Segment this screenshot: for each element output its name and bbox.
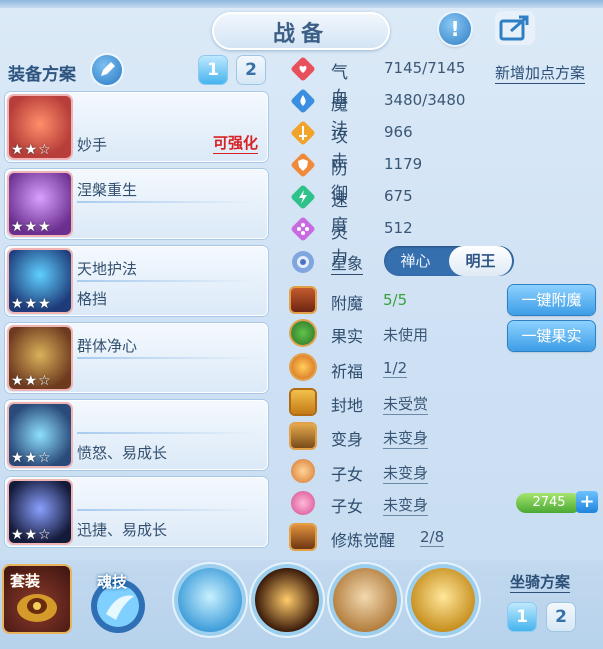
transform-value[interactable]: 未变身	[383, 427, 429, 449]
skill-name: 愤怒、易成长	[77, 444, 168, 462]
sword-icon	[291, 121, 315, 145]
sparkle-icon	[291, 217, 315, 241]
fruit-icon	[291, 321, 315, 345]
monk-pet-orb[interactable]	[178, 568, 242, 632]
pencil-icon	[101, 62, 115, 76]
skill-card[interactable]: ★★☆ 迅捷、易成长	[5, 477, 268, 547]
skill-card[interactable]: ★★☆ 愤怒、易成长	[5, 400, 268, 470]
one-click-fruit-button[interactable]: 一键果实	[508, 321, 595, 351]
currency-value: 2745	[516, 493, 582, 513]
star-rating: ★★☆	[11, 527, 52, 543]
mount-scheme-label[interactable]: 坐骑方案	[510, 571, 571, 593]
enchant-icon	[291, 288, 315, 312]
new-plan-link[interactable]: 新增加点方案	[495, 62, 586, 84]
star-rating: ★★★	[11, 296, 52, 312]
skill-subtitle: 格挡	[77, 290, 108, 308]
one-click-enchant-button[interactable]: 一键附魔	[508, 285, 595, 315]
skill-name: 迅捷、易成长	[77, 521, 168, 539]
skill-name: 妙手	[77, 136, 108, 154]
star-rating: ★★☆	[11, 142, 52, 158]
stat-value: 675	[384, 187, 413, 205]
equip-scheme-label: 装备方案	[8, 65, 76, 85]
add-currency-button[interactable]: +	[576, 491, 598, 513]
option-mingwang[interactable]: 明王	[449, 246, 512, 276]
star-sign-icon	[292, 251, 314, 273]
info-button[interactable]: !	[439, 13, 471, 45]
equipment-set-label: 套装	[10, 572, 41, 590]
star-sign-label[interactable]: 星象	[331, 250, 364, 275]
page-title: 战备	[272, 22, 329, 47]
stat-value: 1179	[384, 155, 423, 173]
bless-value[interactable]: 1/2	[383, 359, 408, 378]
soul-skill-label: 魂技	[97, 573, 128, 591]
divider	[77, 280, 258, 282]
skill-name: 涅槃重生	[77, 181, 138, 199]
option-chanxin[interactable]: 禅心	[384, 246, 447, 276]
bless-icon	[291, 355, 315, 379]
stat-value: 966	[384, 123, 413, 141]
enchant-label: 附魔	[331, 294, 364, 313]
lightning-icon	[291, 185, 315, 209]
share-icon	[499, 15, 529, 41]
shield-icon	[291, 153, 315, 177]
skill-card[interactable]: ★★☆ 妙手 可强化	[5, 92, 268, 162]
skill-name: 群体净心	[77, 337, 138, 355]
heart-icon	[291, 57, 315, 81]
star-sign-toggle[interactable]: 禅心 明王	[384, 246, 514, 276]
scheme-2-button[interactable]: 2	[237, 56, 265, 84]
star-rating: ★★☆	[11, 373, 52, 389]
fruit-value: 未使用	[383, 326, 429, 344]
stat-value: 3480/3480	[384, 91, 466, 109]
skill-card[interactable]: ★★☆ 群体净心	[5, 323, 268, 393]
stat-value: 7145/7145	[384, 59, 466, 77]
child-icon	[291, 459, 315, 483]
cultivation-icon	[291, 525, 315, 549]
mount-scheme-1-button[interactable]: 1	[508, 603, 536, 631]
share-button[interactable]	[495, 11, 535, 45]
upgrade-link[interactable]: 可强化	[212, 132, 258, 154]
battle-prep-panel: 战备 ! 装备方案 1 2 ★★☆ 妙手 可强化 ★★★ 涅槃重生 ★★★ 天地…	[0, 0, 603, 649]
transform-label: 变身	[331, 430, 364, 449]
warrior-pet-orb[interactable]	[333, 568, 397, 632]
golden-pet-orb[interactable]	[411, 568, 475, 632]
divider	[77, 357, 258, 359]
star-rating: ★★☆	[11, 450, 52, 466]
child-label-2: 子女	[331, 497, 364, 516]
fief-label: 封地	[331, 396, 364, 415]
cultivation-label: 修炼觉醒	[331, 531, 396, 550]
child-value-2[interactable]: 未变身	[383, 494, 429, 516]
scheme-1-button[interactable]: 1	[199, 56, 227, 84]
skill-card[interactable]: ★★★ 天地护法 格挡	[5, 246, 268, 316]
lotus-child-icon	[291, 491, 315, 515]
fruit-label: 果实	[331, 327, 364, 346]
enchant-value: 5/5	[383, 291, 408, 309]
fief-value[interactable]: 未受赏	[383, 393, 429, 415]
fief-icon	[291, 390, 315, 414]
cultivation-value[interactable]: 2/8	[420, 528, 445, 547]
beast-pet-orb[interactable]	[255, 568, 319, 632]
stat-value: 512	[384, 219, 413, 237]
skill-name: 天地护法	[77, 260, 138, 278]
divider	[77, 201, 258, 203]
edit-scheme-button[interactable]	[92, 55, 122, 85]
water-drop-icon	[291, 89, 315, 113]
skill-card[interactable]: ★★★ 涅槃重生	[5, 169, 268, 239]
transform-icon	[291, 424, 315, 448]
star-rating: ★★★	[11, 219, 52, 235]
child-value[interactable]: 未变身	[383, 462, 429, 484]
child-label: 子女	[331, 465, 364, 484]
bless-label: 祈福	[331, 362, 364, 381]
divider	[77, 509, 258, 511]
mount-scheme-2-button[interactable]: 2	[547, 603, 575, 631]
divider	[77, 432, 258, 434]
exclamation-icon: !	[450, 17, 460, 41]
